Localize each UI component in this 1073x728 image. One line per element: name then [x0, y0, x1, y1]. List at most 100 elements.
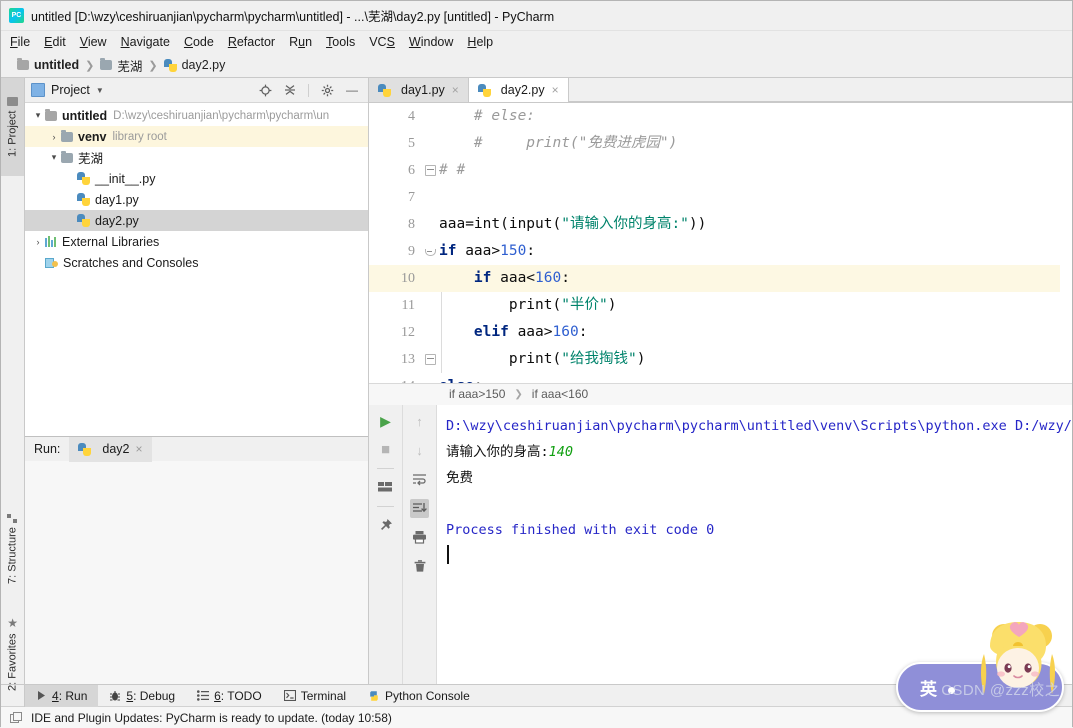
structure-breadcrumb-separator: ❯: [514, 388, 523, 400]
project-panel-title[interactable]: Project ▼: [31, 83, 104, 97]
code-line[interactable]: 9 if aaa>150:: [369, 238, 1072, 265]
bottom-tab-label: 6: TODO: [214, 688, 262, 703]
down-arrow-icon[interactable]: ↓: [410, 441, 429, 460]
code-line[interactable]: 5 # print("免费进虎园"): [369, 130, 1072, 157]
tree-node-venv[interactable]: › venv library root: [25, 126, 368, 147]
divider: [377, 467, 394, 469]
editor-scrollbar[interactable]: [1060, 103, 1072, 383]
editor-tab-day1-py[interactable]: day1.py ×: [369, 78, 469, 102]
main-area: 1: Project 7: Structure 2: Favorites ★ P…: [1, 78, 1072, 691]
structure-breadcrumb-item[interactable]: if aaa<160: [532, 387, 588, 401]
tab-strip-filler: [568, 78, 1072, 102]
line-number: 8: [408, 216, 415, 232]
python-file-icon: [77, 172, 90, 185]
bottom-tab-pythonconsole[interactable]: Python Console: [357, 685, 481, 707]
chevron-right-icon[interactable]: ›: [47, 132, 61, 142]
console-caret: [446, 543, 1072, 569]
tree-node-externallibraries[interactable]: › External Libraries: [25, 231, 368, 252]
breadcrumb-item-2[interactable]: day2.py: [163, 58, 225, 72]
sidebar-item-project[interactable]: 1: Project: [1, 78, 24, 176]
tree-node-[interactable]: ▾ 芜湖: [25, 147, 368, 168]
tree-node-label: day2.py: [95, 213, 139, 228]
menu-item-refactor[interactable]: Refactor: [228, 35, 275, 49]
console-prompt-text: 请输入你的身高:: [446, 443, 549, 460]
stop-icon[interactable]: ■: [376, 440, 395, 459]
code-line[interactable]: 8 aaa=int(input("请输入你的身高:")): [369, 211, 1072, 238]
restore-layout-icon[interactable]: [376, 478, 395, 497]
menu-item-navigate[interactable]: Navigate: [121, 35, 170, 49]
notification-icon[interactable]: [10, 711, 23, 724]
menu-item-view[interactable]: View: [80, 35, 107, 49]
code-fold-toggle[interactable]: [421, 247, 439, 257]
scroll-to-end-icon[interactable]: [410, 498, 429, 518]
print-icon[interactable]: [410, 528, 429, 547]
tree-node-untitled[interactable]: ▾ untitled D:\wzy\ceshiruanjian\pycharm\py…: [25, 105, 368, 126]
code-line[interactable]: 11 print("半价"): [369, 292, 1072, 319]
soft-wrap-icon[interactable]: [410, 470, 429, 489]
gear-icon[interactable]: [320, 83, 334, 97]
tree-node-day2py[interactable]: day2.py: [25, 210, 368, 231]
trash-icon[interactable]: [410, 557, 429, 576]
code-fold-toggle[interactable]: [421, 165, 439, 176]
close-icon[interactable]: ×: [136, 442, 143, 456]
bottom-tab-4run[interactable]: 4: Run: [25, 684, 99, 707]
chevron-right-icon[interactable]: ›: [31, 237, 45, 247]
up-arrow-icon[interactable]: ↑: [410, 412, 429, 431]
menu-item-code[interactable]: Code: [184, 35, 214, 49]
run-tab-day2[interactable]: day2 ×: [69, 436, 152, 462]
code-fold-toggle[interactable]: [421, 354, 439, 365]
menu-item-vcs[interactable]: VCS: [369, 35, 395, 49]
code-line[interactable]: 7: [369, 184, 1072, 211]
code-line[interactable]: 14 else:: [369, 373, 1072, 383]
python-file-icon: [378, 83, 391, 97]
menu-item-tools[interactable]: Tools: [326, 35, 355, 49]
code-line[interactable]: 6 # #: [369, 157, 1072, 184]
menu-item-window[interactable]: Window: [409, 35, 453, 49]
breadcrumb-item-1[interactable]: 芜湖: [100, 56, 142, 75]
bottom-tab-5debug[interactable]: 5: Debug: [98, 685, 186, 707]
code-line[interactable]: 12 elif aaa>160:: [369, 319, 1072, 346]
line-number: 6: [408, 162, 415, 178]
hide-panel-icon[interactable]: —: [345, 83, 359, 97]
editor-tab-day2-py[interactable]: day2.py ×: [468, 78, 569, 102]
tree-node-label: day1.py: [95, 192, 139, 207]
bottom-tab-label: 5: Debug: [126, 688, 176, 703]
menu-item-help[interactable]: Help: [467, 35, 493, 49]
run-tab-label: day2: [102, 442, 130, 456]
code-line[interactable]: 13 print("给我掏钱"): [369, 346, 1072, 373]
tree-node-day1py[interactable]: day1.py: [25, 189, 368, 210]
rerun-icon[interactable]: ▶: [376, 412, 395, 431]
chevron-down-icon[interactable]: ▼: [96, 86, 104, 95]
bottom-tab-6todo[interactable]: 6: TODO: [186, 685, 273, 707]
chevron-down-icon[interactable]: ▾: [47, 152, 61, 163]
menu-item-file[interactable]: File: [10, 35, 30, 49]
close-icon[interactable]: ×: [452, 83, 459, 97]
project-panel-tools: —: [258, 83, 362, 97]
sidebar-item-favorites[interactable]: 2: Favorites ★: [1, 598, 24, 710]
menu-item-edit[interactable]: Edit: [44, 35, 66, 49]
chevron-down-icon[interactable]: ▾: [31, 110, 45, 121]
bottom-tab-terminal[interactable]: Terminal: [273, 685, 357, 707]
code-line[interactable]: 4 # else:: [369, 103, 1072, 130]
tree-node-initpy[interactable]: __init__.py: [25, 168, 368, 189]
breadcrumb-item-0[interactable]: untitled: [17, 58, 79, 72]
line-number: 12: [401, 324, 415, 340]
sidebar-item-structure[interactable]: 7: Structure: [1, 494, 24, 604]
tree-node-scratchesandconsoles[interactable]: Scratches and Consoles: [25, 252, 368, 273]
project-icon: [7, 96, 18, 106]
collapse-all-icon[interactable]: [283, 83, 297, 97]
sidebar-item-favorites-label: 2: Favorites: [6, 633, 19, 692]
code-lines[interactable]: 4 # else: 5 # print("免费进虎园") 6 # #7 8 aaa=int…: [369, 103, 1072, 383]
menu-item-run[interactable]: Run: [289, 35, 312, 49]
locate-icon[interactable]: [258, 83, 272, 97]
scratches-icon: [45, 257, 58, 269]
code-line[interactable]: 10 if aaa<160:: [369, 265, 1072, 292]
project-tree[interactable]: ▾ untitled D:\wzy\ceshiruanjian\pycharm\py…: [25, 103, 368, 436]
pycharm-window: untitled [D:\wzy\ceshiruanjian\pycharm\p…: [0, 0, 1073, 728]
folder-icon: [100, 58, 113, 70]
code-editor[interactable]: 4 # else: 5 # print("免费进虎园") 6 # #7 8 aaa=int…: [369, 103, 1072, 383]
structure-breadcrumb-item[interactable]: if aaa>150: [449, 387, 505, 401]
run-window-header: Run: day2 ×: [25, 436, 368, 462]
close-icon[interactable]: ×: [552, 83, 559, 97]
pin-icon[interactable]: [376, 516, 395, 535]
